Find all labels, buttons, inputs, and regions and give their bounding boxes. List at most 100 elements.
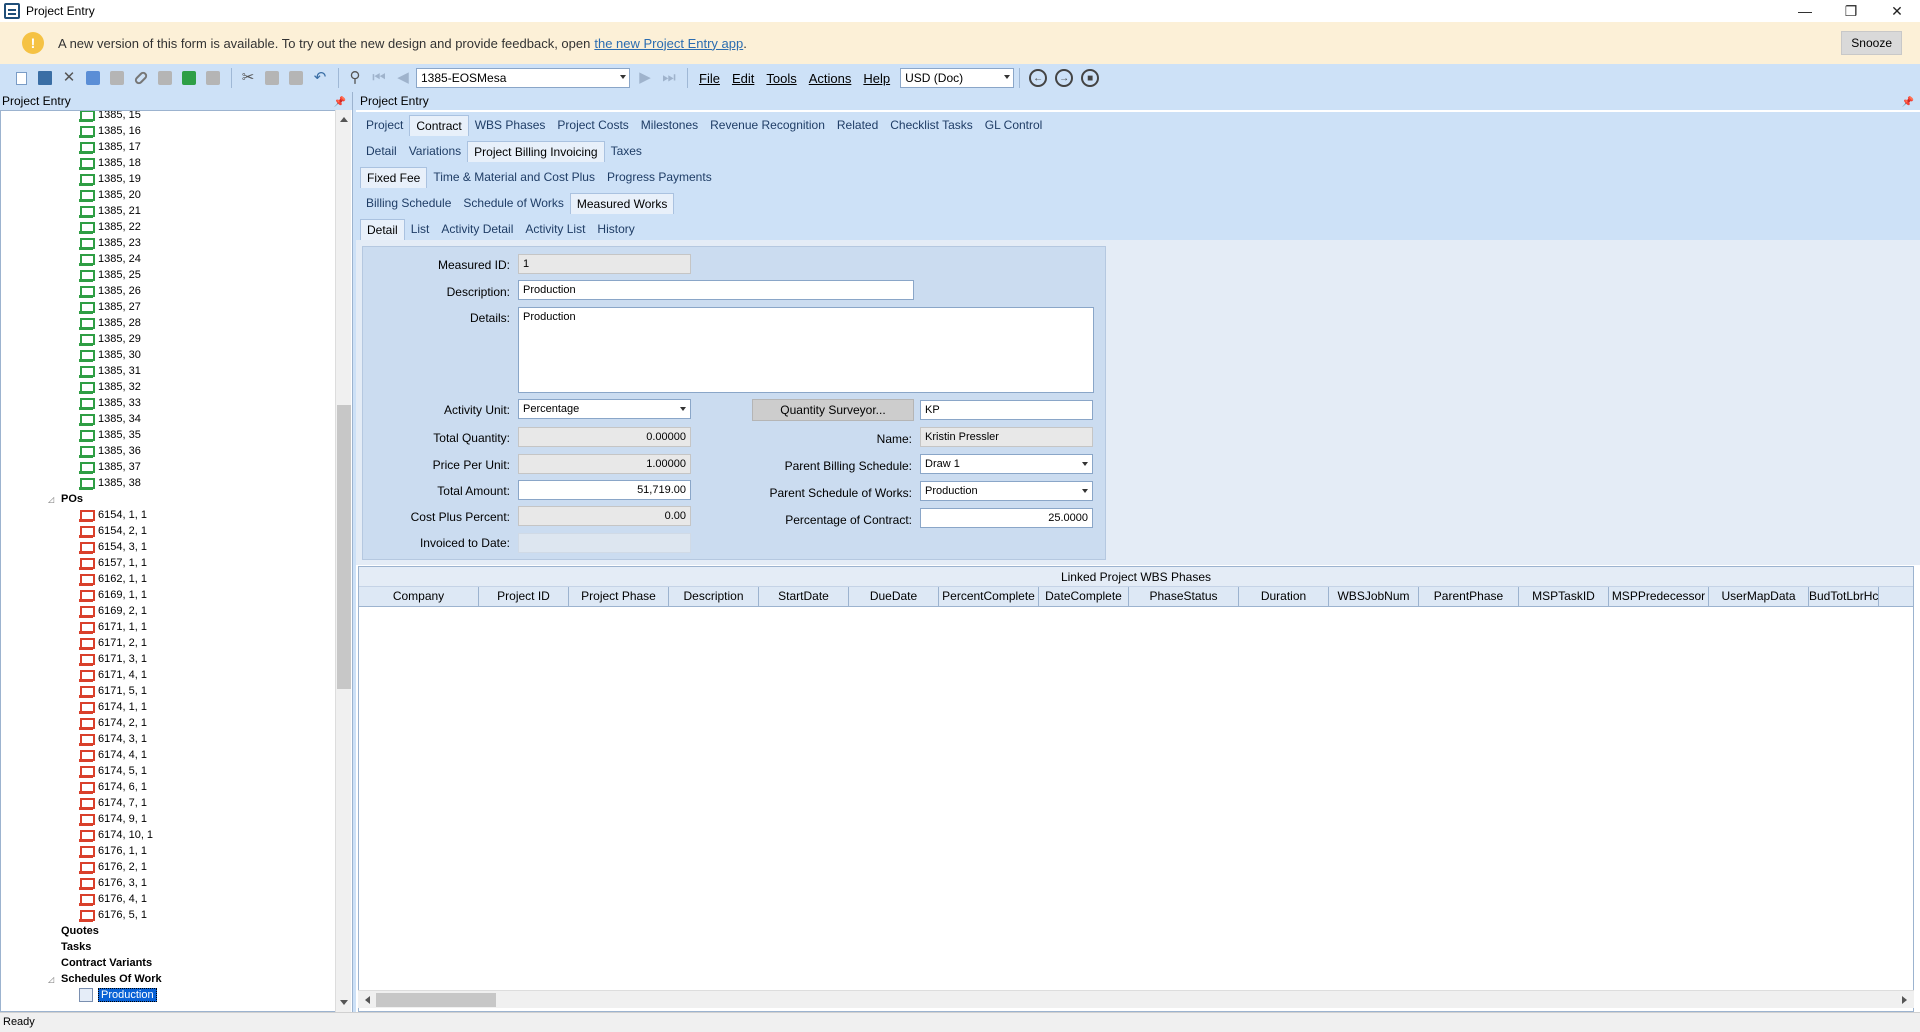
last-record-button[interactable]: ⏭ [658, 67, 680, 89]
total-quantity-field[interactable]: 0.00000 [518, 427, 691, 447]
tree-item[interactable]: 1385, 31 [79, 363, 141, 379]
grid-column-header[interactable]: PhaseStatus [1129, 587, 1239, 606]
quantity-surveyor-field[interactable]: KP [920, 400, 1093, 420]
tab-checklist-tasks[interactable]: Checklist Tasks [884, 115, 978, 136]
parent-billing-select[interactable]: Draw 1 [920, 454, 1093, 474]
tree-item[interactable]: 6174, 2, 1 [79, 715, 147, 731]
tree-item[interactable]: 1385, 29 [79, 331, 141, 347]
tree-item[interactable]: 1385, 26 [79, 283, 141, 299]
tree-item[interactable]: 6171, 5, 1 [79, 683, 147, 699]
tree-item[interactable]: 1385, 19 [79, 171, 141, 187]
tree-item[interactable]: 1385, 36 [79, 443, 141, 459]
cost-plus-field[interactable]: 0.00 [518, 506, 691, 526]
tree-item[interactable]: 6162, 1, 1 [79, 571, 147, 587]
tree-folder-pos[interactable]: POs ◿ [48, 491, 83, 507]
tab-variations[interactable]: Variations [403, 141, 467, 162]
tree-item[interactable]: 6154, 2, 1 [79, 523, 147, 539]
tree-folder-quotes[interactable]: Quotes [61, 923, 99, 939]
grid-column-header[interactable]: UserMapData [1709, 587, 1809, 606]
grid-column-header[interactable]: DateComplete [1039, 587, 1129, 606]
tree-item[interactable]: 1385, 24 [79, 251, 141, 267]
description-field[interactable]: Production [518, 280, 914, 300]
tree-scrollbar[interactable] [335, 110, 351, 1012]
cut-button[interactable]: ✂ [237, 67, 259, 89]
stop-button[interactable]: ■ [1081, 69, 1100, 87]
tree-folder-contract-variants[interactable]: Contract Variants [61, 955, 152, 971]
paste-button[interactable] [285, 67, 307, 89]
tree-item-selected[interactable]: Production [79, 987, 157, 1003]
menu-file[interactable]: File [699, 71, 720, 86]
tree-item[interactable]: 1385, 32 [79, 379, 141, 395]
pct-contract-field[interactable]: 25.0000 [920, 508, 1093, 528]
total-amount-field[interactable]: 51,719.00 [518, 480, 691, 500]
tab-taxes[interactable]: Taxes [605, 141, 648, 162]
tab-gl-control[interactable]: GL Control [979, 115, 1049, 136]
tab-detail[interactable]: Detail [360, 218, 405, 240]
blank-button[interactable] [106, 67, 128, 89]
tree-item[interactable]: 6174, 9, 1 [79, 811, 147, 827]
tree-item[interactable]: 6174, 4, 1 [79, 747, 147, 763]
tab-contract[interactable]: Contract [409, 114, 469, 136]
project-combo[interactable]: 1385-EOSMesa [416, 68, 630, 88]
tree-item[interactable]: 6176, 1, 1 [79, 843, 147, 859]
tree-item[interactable]: 1385, 20 [79, 187, 141, 203]
activity-unit-select[interactable]: Percentage [518, 399, 691, 419]
grid-column-header[interactable]: Project ID [479, 587, 569, 606]
tab-list[interactable]: List [405, 219, 436, 240]
tree-item[interactable]: 1385, 17 [79, 139, 141, 155]
tree-item[interactable]: 1385, 25 [79, 267, 141, 283]
menu-help[interactable]: Help [863, 71, 890, 86]
tree-item[interactable]: 6171, 2, 1 [79, 635, 147, 651]
minimize-button[interactable]: — [1782, 0, 1828, 22]
tree-item[interactable]: 6154, 3, 1 [79, 539, 147, 555]
tree-item[interactable]: 6176, 2, 1 [79, 859, 147, 875]
tree-item[interactable]: 6171, 3, 1 [79, 651, 147, 667]
grid-column-header[interactable]: WBSJobNum [1329, 587, 1419, 606]
grid-column-header[interactable]: MSPTaskID [1519, 587, 1609, 606]
tab-wbs-phases[interactable]: WBS Phases [469, 115, 552, 136]
forward-button[interactable]: → [1055, 69, 1074, 87]
tree-item[interactable]: 6174, 5, 1 [79, 763, 147, 779]
grid-column-header[interactable]: PercentComplete [939, 587, 1039, 606]
linked-phases-grid[interactable]: Linked Project WBS Phases Company Project… [358, 566, 1914, 1012]
new-button[interactable] [10, 67, 32, 89]
tab-project-billing-invoicing[interactable]: Project Billing Invoicing [467, 140, 605, 162]
tab-fixed-fee[interactable]: Fixed Fee [360, 166, 428, 188]
tree-item[interactable]: 6169, 1, 1 [79, 587, 147, 603]
restore-button[interactable]: ❐ [1828, 0, 1874, 22]
first-record-button[interactable]: ⏮ [368, 67, 390, 89]
tab-time-material-and-cost-plus[interactable]: Time & Material and Cost Plus [427, 167, 601, 188]
copy-button[interactable] [261, 67, 283, 89]
undo-button[interactable]: ↶ [309, 67, 331, 89]
attach-button[interactable] [130, 67, 152, 89]
copy-doc-button[interactable] [154, 67, 176, 89]
tree-item[interactable]: 6176, 5, 1 [79, 907, 147, 923]
tab-schedule-of-works[interactable]: Schedule of Works [457, 193, 570, 214]
scroll-left-icon[interactable] [365, 996, 370, 1004]
hscroll-thumb[interactable] [376, 993, 496, 1007]
tree-item[interactable]: 1385, 16 [79, 123, 141, 139]
tree-item[interactable]: 1385, 27 [79, 299, 141, 315]
tree-item[interactable]: 1385, 33 [79, 395, 141, 411]
tab-revenue-recognition[interactable]: Revenue Recognition [704, 115, 831, 136]
refresh-button[interactable] [178, 67, 200, 89]
tree-item[interactable]: 1385, 38 [79, 475, 141, 491]
new-app-link[interactable]: the new Project Entry app [594, 36, 743, 51]
tree-item[interactable]: 6174, 1, 1 [79, 699, 147, 715]
tab-activity-detail[interactable]: Activity Detail [435, 219, 519, 240]
tree-item[interactable]: 6174, 3, 1 [79, 731, 147, 747]
parent-sow-select[interactable]: Production [920, 481, 1093, 501]
menu-actions[interactable]: Actions [809, 71, 852, 86]
tree-item[interactable]: 1385, 15 [79, 111, 141, 123]
tab-measured-works[interactable]: Measured Works [569, 192, 675, 214]
menu-tools[interactable]: Tools [766, 71, 796, 86]
grid-column-header[interactable]: DueDate [849, 587, 939, 606]
prev-record-button[interactable]: ◀ [392, 67, 414, 89]
tab-progress-payments[interactable]: Progress Payments [601, 167, 718, 188]
back-button[interactable]: ← [1029, 69, 1048, 87]
tree-item[interactable]: 1385, 21 [79, 203, 141, 219]
expand-toggle-icon[interactable]: ◿ [48, 495, 54, 504]
measured-id-field[interactable]: 1 [518, 254, 691, 274]
scroll-right-icon[interactable] [1902, 996, 1907, 1004]
grid-column-header[interactable]: MSPPredecessor [1609, 587, 1709, 606]
